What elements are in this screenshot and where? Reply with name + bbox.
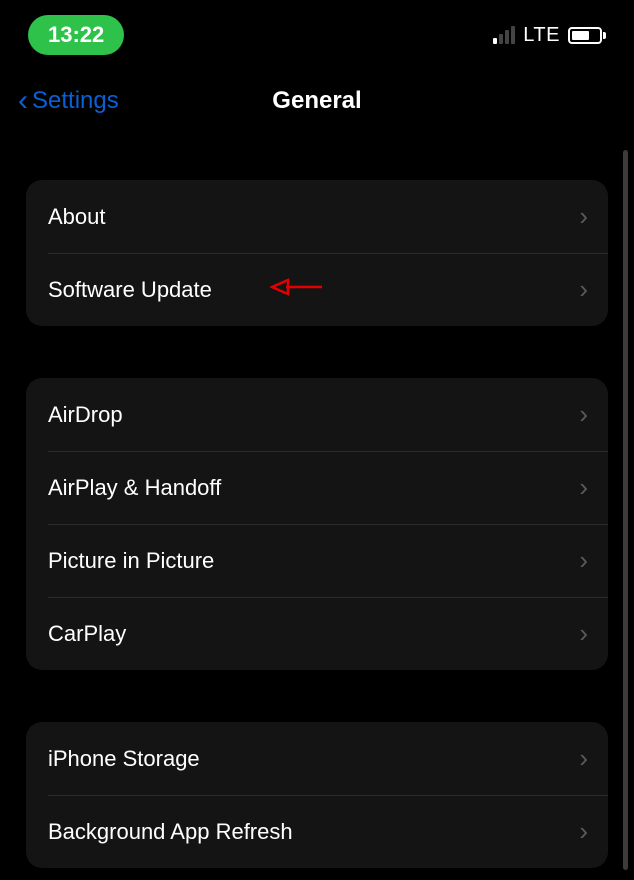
scrollbar[interactable] <box>623 150 628 870</box>
chevron-right-icon: › <box>579 399 588 430</box>
row-carplay[interactable]: CarPlay › <box>26 597 608 670</box>
row-picture-in-picture[interactable]: Picture in Picture › <box>26 524 608 597</box>
chevron-right-icon: › <box>579 545 588 576</box>
row-label: CarPlay <box>48 621 126 647</box>
row-airplay-handoff[interactable]: AirPlay & Handoff › <box>26 451 608 524</box>
navigation-bar: ‹ Settings General <box>0 66 634 138</box>
battery-icon <box>568 27 606 44</box>
back-button[interactable]: ‹ Settings <box>18 86 119 116</box>
row-about[interactable]: About › <box>26 180 608 253</box>
row-label: About <box>48 204 106 230</box>
row-label: AirDrop <box>48 402 123 428</box>
content: About › Software Update › AirDrop › AirP… <box>0 180 634 868</box>
status-time: 13:22 <box>28 15 124 55</box>
row-background-app-refresh[interactable]: Background App Refresh › <box>26 795 608 868</box>
chevron-right-icon: › <box>579 274 588 305</box>
settings-group: AirDrop › AirPlay & Handoff › Picture in… <box>26 378 608 670</box>
row-label: iPhone Storage <box>48 746 200 772</box>
chevron-left-icon: ‹ <box>18 86 28 116</box>
row-label: AirPlay & Handoff <box>48 475 221 501</box>
settings-group: iPhone Storage › Background App Refresh … <box>26 722 608 868</box>
chevron-right-icon: › <box>579 618 588 649</box>
status-bar: 13:22 LTE <box>0 0 634 66</box>
chevron-right-icon: › <box>579 816 588 847</box>
chevron-right-icon: › <box>579 472 588 503</box>
row-label: Background App Refresh <box>48 819 293 845</box>
chevron-right-icon: › <box>579 743 588 774</box>
row-iphone-storage[interactable]: iPhone Storage › <box>26 722 608 795</box>
cellular-signal-icon <box>493 26 515 44</box>
status-right: LTE <box>493 24 606 47</box>
back-label: Settings <box>32 87 119 115</box>
settings-group: About › Software Update › <box>26 180 608 326</box>
page-title: General <box>272 87 361 115</box>
row-label: Software Update <box>48 277 212 303</box>
row-software-update[interactable]: Software Update › <box>26 253 608 326</box>
chevron-right-icon: › <box>579 201 588 232</box>
row-airdrop[interactable]: AirDrop › <box>26 378 608 451</box>
row-label: Picture in Picture <box>48 548 214 574</box>
network-label: LTE <box>523 24 560 47</box>
